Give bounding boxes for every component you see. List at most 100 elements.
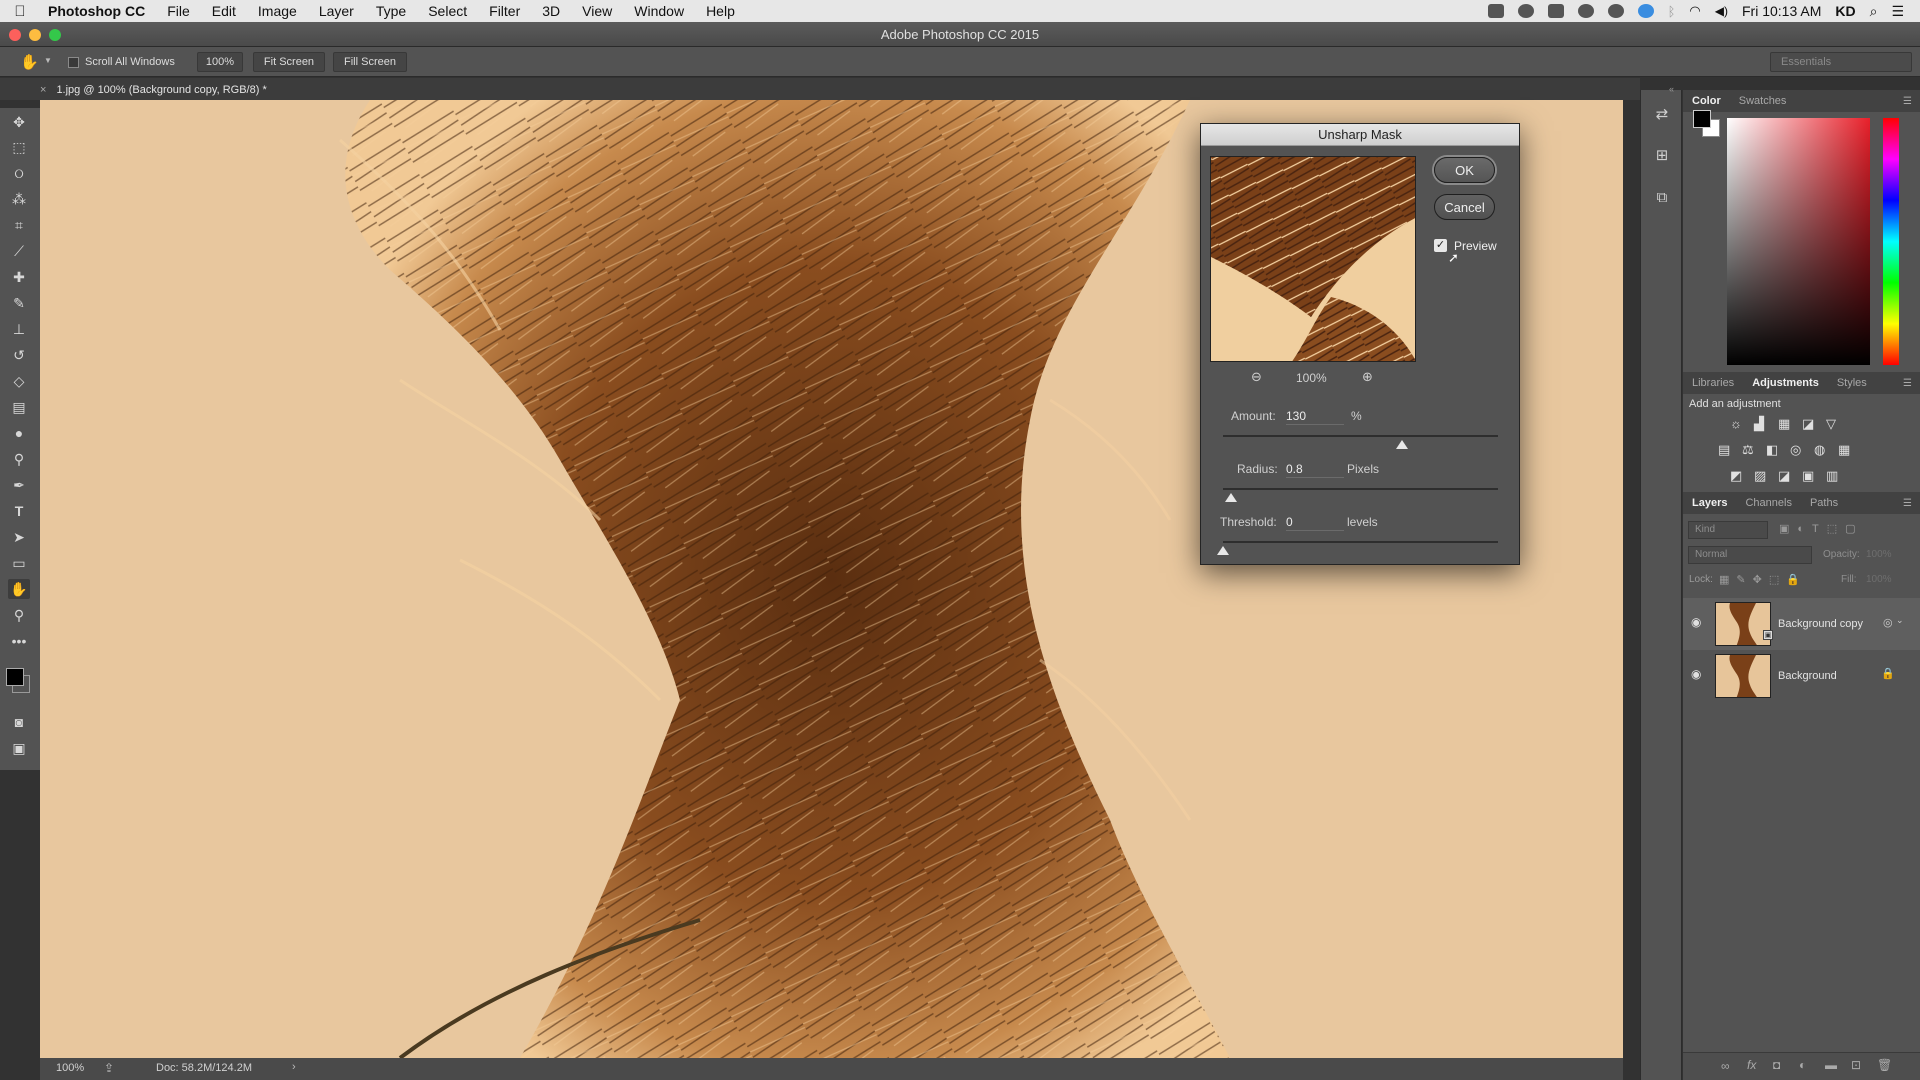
clock[interactable]: Fri 10:13 AM <box>1742 3 1821 19</box>
zoom-tool-icon[interactable]: ⚲ <box>8 605 30 625</box>
menu-file[interactable]: File <box>156 3 201 19</box>
amount-slider-thumb[interactable] <box>1395 440 1408 449</box>
eyedropper-tool-icon[interactable]: ⟋ <box>8 241 30 261</box>
screen-mode-icon[interactable]: ▣ <box>8 738 30 758</box>
scroll-all-windows-checkbox[interactable] <box>68 57 79 68</box>
color-panel-foreground-swatch[interactable] <box>1693 110 1711 128</box>
layer-row-background[interactable]: ◉ Background 🔒 <box>1683 650 1920 702</box>
pen-tool-icon[interactable]: ✒ <box>8 475 30 495</box>
layer-name[interactable]: Background copy <box>1778 618 1863 630</box>
color-field[interactable] <box>1727 118 1870 365</box>
ok-button[interactable]: OK <box>1434 157 1495 183</box>
add-mask-icon[interactable]: ◘ <box>1773 1058 1780 1072</box>
menu-window[interactable]: Window <box>623 3 695 19</box>
menu-edit[interactable]: Edit <box>201 3 247 19</box>
lock-options-icons[interactable]: ▦✎✥⬚🔒 <box>1719 573 1807 586</box>
app-tray-icon[interactable] <box>1637 4 1654 18</box>
new-layer-icon[interactable]: ⊡ <box>1851 1058 1861 1072</box>
layer-visibility-eye-icon[interactable]: ◉ <box>1691 615 1701 629</box>
invert-icon[interactable]: ◩ <box>1730 468 1742 484</box>
fit-screen-button[interactable]: Fit Screen <box>253 52 325 72</box>
menu-help[interactable]: Help <box>695 3 746 19</box>
zoom-out-icon[interactable]: ⊖ <box>1251 369 1262 385</box>
quick-selection-tool-icon[interactable]: ⁂ <box>8 189 30 209</box>
screen-tray-icon[interactable] <box>1547 4 1564 18</box>
collapse-arrows-icon[interactable]: « <box>1669 84 1674 94</box>
menu-3d[interactable]: 3D <box>531 3 571 19</box>
posterize-icon[interactable]: ▨ <box>1754 468 1766 484</box>
curves-icon[interactable]: ▦ <box>1778 416 1790 432</box>
clone-stamp-tool-icon[interactable]: ⊥ <box>8 319 30 339</box>
hand-tool-preset-icon[interactable]: ✋ <box>20 53 39 71</box>
channel-mixer-icon[interactable]: ◍ <box>1814 442 1825 458</box>
document-tab-title[interactable]: 1.jpg @ 100% (Background copy, RGB/8) * <box>56 84 266 96</box>
layer-filter-kind[interactable]: Kind <box>1688 521 1768 539</box>
eraser-tool-icon[interactable]: ◇ <box>8 371 30 391</box>
menu-layer[interactable]: Layer <box>308 3 365 19</box>
blend-mode-select[interactable]: Normal <box>1688 546 1812 564</box>
type-tool-icon[interactable]: T <box>8 501 30 521</box>
selective-color-icon[interactable]: ▣ <box>1802 468 1814 484</box>
sync-tray-icon[interactable] <box>1517 4 1534 18</box>
chevron-down-icon[interactable]: ▼ <box>44 56 52 65</box>
new-group-icon[interactable]: ▬ <box>1825 1058 1837 1072</box>
layer-row-background-copy[interactable]: ◉ ▣ Background copy ◎ ⌄ <box>1683 598 1920 650</box>
rectangle-tool-icon[interactable]: ▭ <box>8 553 30 573</box>
brightness-contrast-icon[interactable]: ☼ <box>1730 416 1742 431</box>
layer-style-fx-icon[interactable]: fx <box>1747 1058 1756 1072</box>
preview-thumbnail[interactable] <box>1210 156 1416 362</box>
radius-field[interactable]: 0.8 <box>1286 462 1344 478</box>
levels-icon[interactable]: ▟ <box>1754 416 1764 432</box>
bluetooth-icon[interactable]: ᛒ <box>1668 4 1676 19</box>
user-name[interactable]: KD <box>1835 3 1855 19</box>
dodge-tool-icon[interactable]: ⚲ <box>8 449 30 469</box>
notification-center-icon[interactable]: ☰ <box>1891 3 1904 20</box>
history-panel-icon[interactable]: ⇄ <box>1652 104 1672 124</box>
preview-checkbox[interactable]: ✓ <box>1434 239 1447 252</box>
link-layers-icon[interactable]: ∞ <box>1721 1059 1730 1073</box>
workspace-switcher[interactable]: Essentials <box>1770 52 1912 72</box>
threshold-adjustment-icon[interactable]: ◪ <box>1778 468 1790 484</box>
layer-name[interactable]: Background <box>1778 670 1837 682</box>
drive-tray-icon[interactable] <box>1607 4 1624 18</box>
hue-saturation-icon[interactable]: ▤ <box>1718 442 1730 458</box>
gradient-map-icon[interactable]: ▥ <box>1826 468 1838 484</box>
menu-app-name[interactable]: Photoshop CC <box>40 3 156 19</box>
brush-presets-panel-icon[interactable]: ⧉ <box>1652 187 1672 207</box>
radius-slider-thumb[interactable] <box>1225 493 1238 502</box>
radius-slider-track[interactable] <box>1223 488 1498 490</box>
status-doc-size[interactable]: Doc: 58.2M/124.2M <box>156 1062 252 1074</box>
apple-menu-icon[interactable]:  <box>0 3 40 20</box>
layer-visibility-eye-icon[interactable]: ◉ <box>1691 667 1701 681</box>
export-icon[interactable]: ⇪ <box>104 1061 114 1075</box>
delete-layer-icon[interactable]: 🗑 <box>1877 1058 1892 1072</box>
status-zoom[interactable]: 100% <box>56 1062 84 1074</box>
path-selection-tool-icon[interactable]: ➤ <box>8 527 30 547</box>
menu-filter[interactable]: Filter <box>478 3 531 19</box>
cloud-tray-icon[interactable] <box>1577 4 1594 18</box>
brush-tool-icon[interactable]: ✎ <box>8 293 30 313</box>
amount-slider-track[interactable] <box>1223 435 1498 437</box>
preview-label[interactable]: Preview <box>1454 239 1497 253</box>
vibrance-icon[interactable]: ▽ <box>1826 416 1836 432</box>
expand-chevron-icon[interactable]: ⌄ <box>1896 615 1904 626</box>
blur-tool-icon[interactable]: ● <box>8 423 30 443</box>
threshold-slider-track[interactable] <box>1223 541 1498 543</box>
hand-tool-icon[interactable]: ✋ <box>8 579 30 599</box>
zoom-100-button[interactable]: 100% <box>197 52 243 72</box>
tab-libraries[interactable]: Libraries <box>1683 377 1743 389</box>
volume-icon[interactable]: ◀) <box>1715 4 1728 18</box>
hue-slider[interactable] <box>1883 118 1899 365</box>
document-tab[interactable]: × 1.jpg @ 100% (Background copy, RGB/8) … <box>40 80 267 100</box>
cancel-button[interactable]: Cancel <box>1434 194 1495 220</box>
smart-filters-icon[interactable]: ◎ <box>1883 616 1893 629</box>
crop-tool-icon[interactable]: ⌗ <box>8 215 30 235</box>
menu-select[interactable]: Select <box>417 3 478 19</box>
tab-layers[interactable]: Layers <box>1683 497 1736 509</box>
foreground-color-swatch[interactable] <box>6 668 24 686</box>
black-white-icon[interactable]: ◧ <box>1766 442 1778 458</box>
layer-lock-icon[interactable]: 🔒 <box>1881 667 1895 680</box>
threshold-field[interactable]: 0 <box>1286 515 1344 531</box>
dialog-title[interactable]: Unsharp Mask <box>1201 124 1519 146</box>
tab-color[interactable]: Color <box>1683 95 1730 107</box>
